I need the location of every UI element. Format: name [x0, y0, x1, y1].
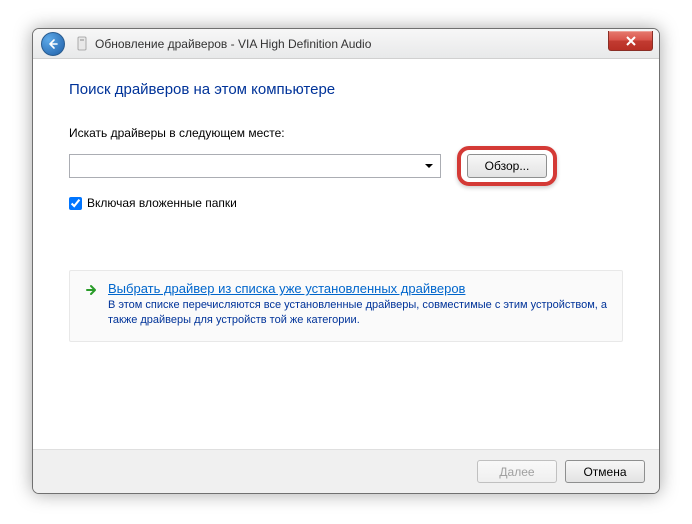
- chevron-down-icon: [425, 164, 433, 169]
- device-icon: [75, 36, 89, 52]
- option-text: Выбрать драйвер из списка уже установлен…: [108, 281, 608, 329]
- close-button[interactable]: [608, 31, 653, 51]
- titlebar: Обновление драйверов - VIA High Definiti…: [33, 29, 659, 59]
- dialog-window: Обновление драйверов - VIA High Definiti…: [32, 28, 660, 494]
- close-icon: [626, 36, 636, 46]
- cancel-button[interactable]: Отмена: [565, 460, 645, 483]
- combobox-dropdown-button[interactable]: [421, 158, 437, 174]
- back-button[interactable]: [41, 32, 65, 56]
- pick-from-list-link: Выбрать драйвер из списка уже установлен…: [108, 281, 608, 296]
- window-title: Обновление драйверов - VIA High Definiti…: [95, 37, 371, 51]
- browse-button[interactable]: Обзор...: [467, 154, 547, 178]
- include-subfolders-checkbox[interactable]: [69, 197, 82, 210]
- browse-highlight: Обзор...: [457, 146, 557, 186]
- page-heading: Поиск драйверов на этом компьютере: [69, 81, 623, 98]
- pick-from-list-option[interactable]: Выбрать драйвер из списка уже установлен…: [69, 270, 623, 342]
- content-area: Поиск драйверов на этом компьютере Искат…: [33, 59, 659, 342]
- path-input[interactable]: [69, 154, 441, 178]
- path-row: Обзор...: [69, 146, 623, 186]
- arrow-right-icon: [84, 283, 98, 329]
- search-location-label: Искать драйверы в следующем месте:: [69, 126, 623, 140]
- include-subfolders-row: Включая вложенные папки: [69, 196, 623, 210]
- pick-from-list-description: В этом списке перечисляются все установл…: [108, 298, 608, 329]
- back-arrow-icon: [47, 38, 59, 50]
- dialog-footer: Далее Отмена: [33, 449, 659, 493]
- next-button: Далее: [477, 460, 557, 483]
- include-subfolders-label[interactable]: Включая вложенные папки: [87, 196, 237, 210]
- path-combobox: [69, 154, 441, 178]
